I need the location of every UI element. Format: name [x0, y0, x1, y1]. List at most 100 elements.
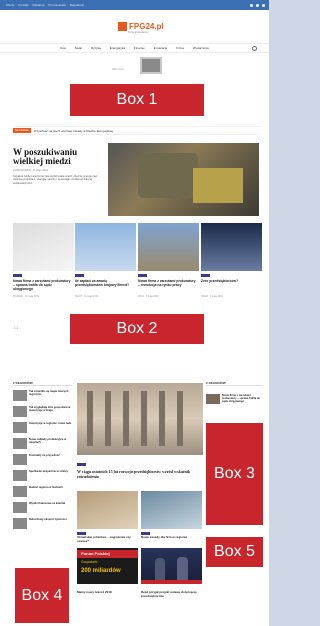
building-column: [123, 391, 129, 446]
building-column: [177, 391, 183, 446]
social-icons: [250, 3, 265, 7]
linkedin-icon[interactable]: [262, 3, 265, 7]
category-tag: [138, 274, 147, 277]
list-item-title: Rekordowy eksport żywności: [29, 518, 67, 521]
tv-bar: [141, 580, 202, 584]
article-title[interactable]: Nowa firma z zarzutami prokuratury – spr…: [13, 279, 71, 291]
article-image[interactable]: [141, 491, 202, 529]
nav-item[interactable]: Finanse: [134, 44, 145, 52]
list-item[interactable]: Nowe zakłady produkcyjne w miastach: [13, 438, 71, 452]
article-meta: FIRMA · 9 maja 2019: [201, 296, 223, 298]
article-title[interactable]: Ile zapłaci za awarię przedsiębiorstwo k…: [75, 279, 133, 287]
logo-mark-icon: [118, 21, 127, 31]
box-4: Box 4: [15, 568, 69, 623]
list-item[interactable]: Rekordowy eksport żywności: [13, 518, 71, 532]
article-image[interactable]: [138, 223, 199, 271]
list-item[interactable]: Tak zmieniła się mapa naszych regionów: [13, 390, 71, 404]
list-thumbnail: [206, 394, 220, 404]
top-link[interactable]: Reklama: [33, 3, 45, 7]
box-5: Box 5: [206, 537, 263, 567]
box-1: Box 1: [70, 84, 204, 116]
list-item[interactable]: Inwestycje w regionie: nowe hale: [13, 422, 71, 436]
nav-item[interactable]: Energetyka: [110, 44, 125, 52]
article-title[interactable]: Zero przedsiębiorców?: [201, 279, 259, 283]
hero-image[interactable]: [108, 143, 259, 216]
list-thumbnail: [13, 438, 27, 449]
section-heading: Z REGIONÓW: [206, 381, 263, 386]
top-link[interactable]: Kontakt: [18, 3, 28, 7]
list-thumbnail: [13, 406, 27, 417]
list-item[interactable]: Kontrakty na przyszłość: [13, 454, 71, 468]
nav-item[interactable]: Innowacje: [154, 44, 168, 52]
facebook-icon[interactable]: [250, 3, 253, 7]
hero-excerpt: Kopalnia Globe Hotel przez lata wydobywa…: [13, 175, 97, 185]
category-tag: [13, 274, 22, 277]
featured-image[interactable]: [77, 383, 203, 455]
tv-image[interactable]: [141, 548, 202, 584]
category-tag: [77, 463, 86, 466]
article-title[interactable]: Nowe zasady dla firm w regionie: [141, 535, 201, 540]
main-nav: Kraj Świat Ryzyka Energetyka Finanse Inn…: [0, 43, 269, 53]
article-image[interactable]: [75, 223, 136, 271]
list-item-title: Wyniki finansowe za kwartał: [29, 502, 66, 505]
logo-text: FPG24.pl: [129, 21, 164, 31]
list-thumbnail: [13, 454, 27, 465]
article-title[interactable]: Nowa firma z zarzutami prokuratury – rew…: [138, 279, 196, 287]
building-column: [141, 391, 147, 446]
top-link[interactable]: Oferta: [6, 3, 14, 7]
hero-image-shape: [138, 153, 198, 198]
ticker-badge: NA CZASIE: [13, 128, 31, 133]
top-links: Oferta Kontakt Reklama Prenumerata Regul…: [6, 3, 84, 7]
nav-item[interactable]: Firma: [176, 44, 184, 52]
list-item-title: Tak zmieniła się mapa naszych regionów: [29, 390, 69, 397]
category-tag: [201, 274, 210, 277]
nav-item[interactable]: Wydarzenia: [193, 44, 209, 52]
list-item[interactable]: Nowa firma z zarzutami prokuratury – spr…: [206, 394, 263, 408]
article-image[interactable]: [201, 223, 262, 271]
article-meta: ŚWIAT · 10 maja 2019: [75, 296, 99, 298]
list-thumbnail: [13, 518, 27, 529]
twitter-icon[interactable]: [256, 3, 259, 7]
box-3: Box 3: [206, 423, 263, 525]
list-item-title: Nowa firma z zarzutami prokuratury – spr…: [222, 394, 261, 404]
logo-subtitle: Portal gospodarczy: [128, 31, 149, 34]
top-link[interactable]: Regulamin: [70, 3, 84, 7]
list-thumbnail: [13, 486, 27, 497]
page: Oferta Kontakt Reklama Prenumerata Regul…: [0, 0, 269, 626]
article-meta: FINANSE · 10 maja 2019: [13, 296, 39, 298]
article-title[interactable]: Rząd przyjął projekt ustawy dotyczącej p…: [141, 590, 201, 599]
pagination[interactable]: 1 2: [14, 326, 18, 330]
list-item-title: Spotkanie ekspertów w stolicy: [29, 470, 68, 473]
list-thumbnail: [13, 422, 27, 433]
promo-banner[interactable]: Forum Polskiej Gospodarki 200 miliardów: [77, 548, 138, 584]
nav-item[interactable]: Świat: [75, 44, 82, 52]
building-column: [87, 391, 93, 446]
list-item[interactable]: Wyniki finansowe za kwartał: [13, 502, 71, 516]
category-tag: [75, 274, 84, 277]
hero-title[interactable]: W poszukiwaniu wielkiej miedzi: [13, 148, 105, 166]
nav-item[interactable]: Kraj: [60, 44, 65, 52]
article-title[interactable]: Mamy nowy rekord 2018: [77, 590, 137, 595]
nav-item[interactable]: Ryzyka: [91, 44, 101, 52]
ad-banner[interactable]: [140, 57, 162, 74]
person-figure: [155, 558, 165, 580]
ticker-text[interactable]: Przyszłość na rzecz uczciwej zasady w Ra…: [34, 129, 113, 133]
section-heading: Z REGIONÓW: [13, 381, 73, 386]
article-title[interactable]: Ukraińskie rolnictwo – zagrożenie czy sz…: [77, 535, 137, 544]
promo-title: Forum Polskiej: [81, 551, 110, 556]
top-link[interactable]: Prenumerata: [48, 3, 65, 7]
box-2: Box 2: [70, 314, 204, 344]
list-item[interactable]: Tak wyglądają dziś gospodarcze inwestycj…: [13, 406, 71, 420]
building-column: [159, 391, 165, 446]
list-item[interactable]: Budżet regionu w liczbach: [13, 486, 71, 500]
article-image[interactable]: [77, 491, 138, 529]
list-item-title: Inwestycje w regionie: nowe hale: [29, 422, 72, 425]
list-thumbnail: [13, 502, 27, 513]
list-item[interactable]: Spotkanie ekspertów w stolicy: [13, 470, 71, 484]
article-image[interactable]: [13, 223, 74, 271]
list-item-title: Kontrakty na przyszłość: [29, 454, 60, 457]
search-icon[interactable]: [252, 46, 257, 51]
featured-title[interactable]: W ciągu ostatnich 15 lat rozwoju przedsi…: [77, 469, 203, 479]
promo-amount: 200 miliardów: [81, 568, 121, 574]
building-column: [105, 391, 111, 446]
